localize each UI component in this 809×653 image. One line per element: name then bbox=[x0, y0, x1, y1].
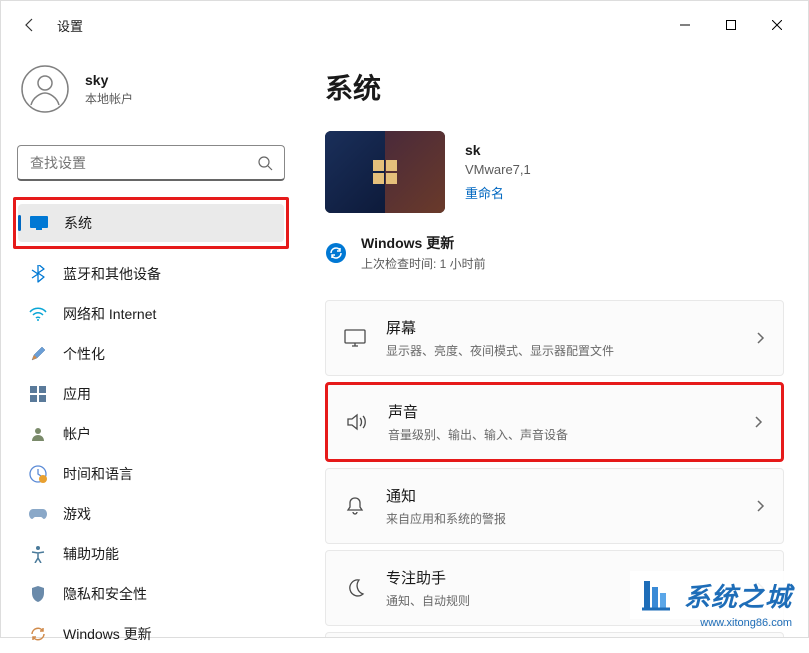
nav-item-system[interactable]: 系统 bbox=[18, 204, 284, 242]
maximize-button[interactable] bbox=[708, 9, 754, 41]
bell-icon bbox=[344, 495, 366, 517]
nav-label: 游戏 bbox=[63, 504, 91, 524]
nav-item-accounts[interactable]: 帐户 bbox=[17, 415, 285, 453]
card-subtitle: 音量级别、输出、输入、声音设备 bbox=[388, 426, 753, 443]
search-container bbox=[17, 145, 285, 181]
card-display[interactable]: 屏幕 显示器、亮度、夜间模式、显示器配置文件 bbox=[325, 300, 784, 376]
content-area: 系统 sk VMware7,1 重命名 Windows 更新 上次检查时间: 1… bbox=[301, 49, 808, 637]
search-icon bbox=[257, 155, 273, 171]
watermark-text: 系统之城 bbox=[684, 577, 792, 614]
chevron-right-icon bbox=[755, 499, 765, 513]
page-title: 系统 bbox=[325, 67, 784, 107]
nav-label: 系统 bbox=[64, 213, 92, 233]
card-notifications[interactable]: 通知 来自应用和系统的警报 bbox=[325, 468, 784, 544]
card-title: 通知 bbox=[386, 485, 755, 506]
nav-label: 网络和 Internet bbox=[63, 304, 156, 324]
nav-label: 辅助功能 bbox=[63, 544, 119, 564]
account-name: sky bbox=[85, 72, 133, 88]
clock-globe-icon bbox=[29, 465, 47, 483]
device-name: sk bbox=[465, 142, 531, 158]
device-model: VMware7,1 bbox=[465, 162, 531, 177]
card-title: 声音 bbox=[388, 401, 753, 422]
nav-label: 蓝牙和其他设备 bbox=[63, 264, 161, 284]
account-type: 本地帐户 bbox=[85, 90, 133, 107]
windows-logo-icon bbox=[373, 160, 397, 184]
nav-item-privacy[interactable]: 隐私和安全性 bbox=[17, 575, 285, 613]
account-header[interactable]: sky 本地帐户 bbox=[17, 49, 285, 129]
window-controls bbox=[662, 9, 800, 41]
titlebar: 设置 bbox=[1, 1, 808, 49]
nav-label: 个性化 bbox=[63, 344, 105, 364]
nav-item-apps[interactable]: 应用 bbox=[17, 375, 285, 413]
chevron-right-icon bbox=[755, 331, 765, 345]
system-nav-highlight: 系统 bbox=[13, 197, 289, 249]
bluetooth-icon bbox=[29, 265, 47, 283]
update-title: Windows 更新 bbox=[361, 233, 486, 253]
accessibility-icon bbox=[29, 545, 47, 563]
nav-item-time[interactable]: 时间和语言 bbox=[17, 455, 285, 493]
nav-label: 帐户 bbox=[63, 424, 91, 444]
minimize-button[interactable] bbox=[662, 9, 708, 41]
windows-update-block[interactable]: Windows 更新 上次检查时间: 1 小时前 bbox=[325, 233, 784, 272]
nav-label: 隐私和安全性 bbox=[63, 584, 147, 604]
minimize-icon bbox=[680, 20, 690, 30]
watermark: 系统之城 www.xitong86.com bbox=[630, 571, 798, 619]
moon-icon bbox=[344, 577, 366, 599]
nav-item-gaming[interactable]: 游戏 bbox=[17, 495, 285, 533]
speaker-icon bbox=[346, 411, 368, 433]
rename-link[interactable]: 重命名 bbox=[465, 183, 531, 202]
nav-label: 应用 bbox=[63, 384, 91, 404]
paintbrush-icon bbox=[29, 345, 47, 363]
nav-item-bluetooth[interactable]: 蓝牙和其他设备 bbox=[17, 255, 285, 293]
device-block: sk VMware7,1 重命名 bbox=[325, 131, 784, 213]
avatar bbox=[21, 65, 69, 113]
person-icon bbox=[21, 65, 69, 113]
maximize-icon bbox=[726, 20, 736, 30]
sidebar: sky 本地帐户 系统 蓝牙和其他设备 bbox=[1, 49, 301, 637]
card-power[interactable]: 电源 睡眠、电池使用情况、节电模 bbox=[325, 632, 784, 637]
nav-item-network[interactable]: 网络和 Internet bbox=[17, 295, 285, 333]
chevron-right-icon bbox=[753, 415, 763, 429]
card-sound[interactable]: 声音 音量级别、输出、输入、声音设备 bbox=[325, 382, 784, 462]
watermark-logo-icon bbox=[636, 575, 676, 615]
nav-item-personalize[interactable]: 个性化 bbox=[17, 335, 285, 373]
search-input[interactable] bbox=[17, 145, 285, 181]
update-icon bbox=[29, 625, 47, 643]
arrow-left-icon bbox=[21, 17, 37, 33]
nav-item-accessibility[interactable]: 辅助功能 bbox=[17, 535, 285, 573]
update-subtitle: 上次检查时间: 1 小时前 bbox=[361, 255, 486, 272]
account-icon bbox=[29, 425, 47, 443]
card-title: 屏幕 bbox=[386, 317, 755, 338]
nav-label: Windows 更新 bbox=[63, 624, 152, 644]
card-subtitle: 显示器、亮度、夜间模式、显示器配置文件 bbox=[386, 342, 755, 359]
apps-icon bbox=[29, 385, 47, 403]
window-title: 设置 bbox=[57, 16, 83, 35]
system-icon bbox=[30, 214, 48, 232]
watermark-url: www.xitong86.com bbox=[700, 617, 792, 629]
device-thumbnail bbox=[325, 131, 445, 213]
monitor-icon bbox=[344, 327, 366, 349]
shield-icon bbox=[29, 585, 47, 603]
back-button[interactable] bbox=[9, 5, 49, 45]
nav-item-windows-update[interactable]: Windows 更新 bbox=[17, 615, 285, 653]
card-subtitle: 来自应用和系统的警报 bbox=[386, 510, 755, 527]
close-icon bbox=[772, 20, 782, 30]
nav-label: 时间和语言 bbox=[63, 464, 133, 484]
sync-icon bbox=[325, 242, 347, 264]
gamepad-icon bbox=[29, 505, 47, 523]
close-button[interactable] bbox=[754, 9, 800, 41]
wifi-icon bbox=[29, 305, 47, 323]
